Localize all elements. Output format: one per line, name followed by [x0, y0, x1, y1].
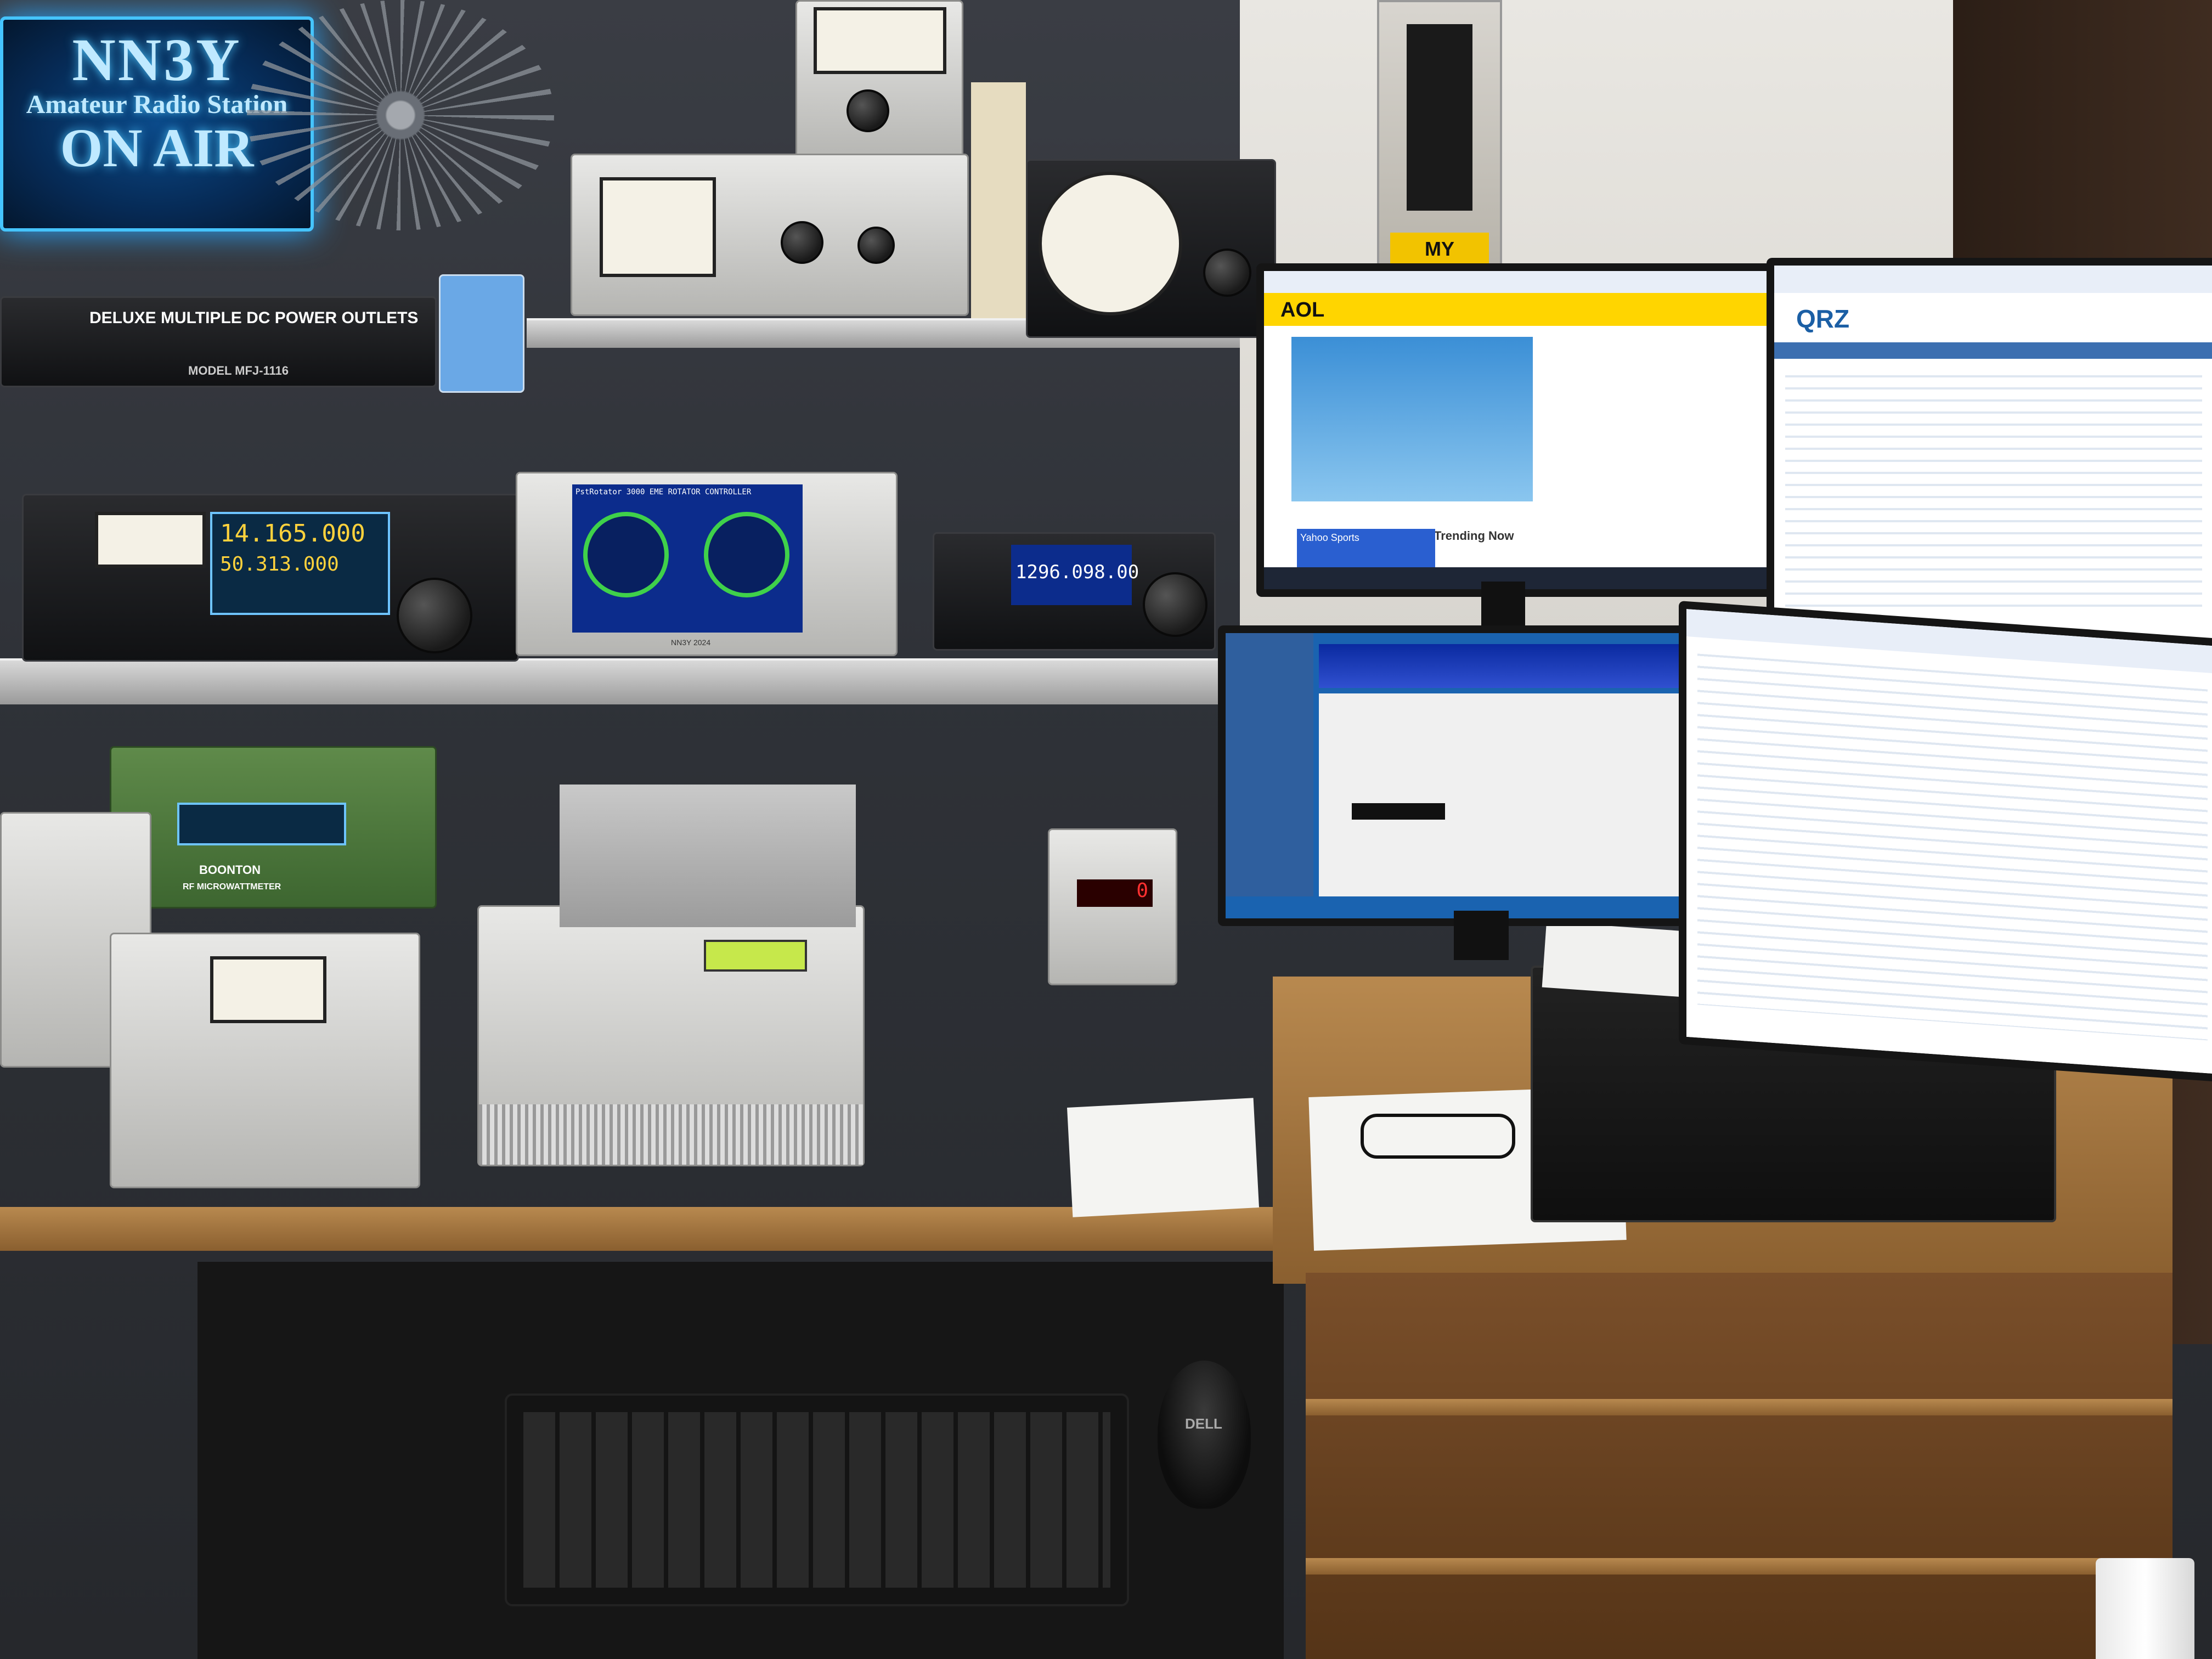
amplifier-lcd — [704, 940, 807, 972]
digital-timer-module — [439, 274, 524, 393]
power-strip-model: MODEL MFJ-1116 — [188, 364, 289, 377]
aol-sports-card: Yahoo Sports — [1297, 529, 1435, 568]
aol-header: AOL — [1264, 293, 1791, 326]
rotator-compass-dial — [1039, 172, 1182, 315]
rotator-controller-title: PstRotator 3000 EME ROTATOR CONTROLLER — [575, 488, 752, 496]
sdr-screen — [1226, 633, 1703, 918]
monitor-stand-aol — [1481, 582, 1525, 625]
unit-knob-1 — [781, 221, 823, 264]
aol-hero-image — [1291, 337, 1533, 501]
freq-main: 14.165.000 — [220, 520, 365, 548]
vhf-uhf-transceiver: 1296.098.00 — [933, 532, 1216, 651]
rotator-brand: NN3Y 2024 — [671, 638, 711, 647]
monitor-qrz: QRZ — [1767, 258, 2212, 668]
poster-caption: MY RULES! — [1390, 233, 1489, 293]
mouse-brand: DELL — [1185, 1415, 1222, 1432]
transceiver-s-meter — [95, 512, 206, 568]
log-entries — [1697, 653, 2208, 1041]
eme-rotator-controller: PstRotator 3000 EME ROTATOR CONTROLLER N… — [516, 472, 898, 656]
thermometer-scale — [1407, 24, 1472, 211]
transceiver-display: 14.165.000 50.313.000 — [210, 512, 390, 615]
azimuth-gauge — [583, 512, 669, 597]
freq-sub: 50.313.000 — [220, 553, 339, 575]
aol-logo: AOL — [1280, 298, 1325, 321]
multimeter-power-supply — [110, 933, 420, 1188]
monitor-aol: AOL Trending Now Yahoo Sports — [1256, 263, 1798, 597]
monitor-sdr — [1218, 625, 1711, 926]
coffee-mug — [2096, 1558, 2194, 1659]
rotator-knob — [1203, 249, 1251, 297]
cardboard-tube — [971, 82, 1026, 318]
elevation-gauge — [704, 512, 789, 597]
analog-meter-dial — [600, 177, 716, 277]
bookshelf — [1306, 1273, 2172, 1659]
vfo-knob-left — [397, 578, 472, 653]
qrz-nav-bar — [1774, 342, 2212, 359]
aol-trending: Trending Now — [1434, 529, 1514, 543]
unit-knob-2 — [857, 227, 895, 264]
vfo-knob-right — [1143, 572, 1207, 637]
wsjt-freq — [1352, 803, 1445, 820]
monitor-log — [1679, 601, 2212, 1082]
power-meter-top — [795, 0, 963, 162]
monitor-stand-sdr — [1454, 911, 1509, 960]
mouse[interactable]: DELL — [1158, 1361, 1251, 1509]
taskbar-aol — [1264, 567, 1791, 589]
reading-glasses — [1361, 1114, 1515, 1159]
rotator-controller-screen: PstRotator 3000 EME ROTATOR CONTROLLER — [572, 484, 803, 633]
bookshelf-shelf-1 — [1306, 1399, 2172, 1415]
counter-readout: 0 — [1077, 879, 1153, 907]
boonton-model: RF MICROWATTMETER — [183, 882, 281, 891]
power-meter-dial — [814, 7, 946, 74]
aol-browser-tabs — [1264, 271, 1791, 293]
desktop-icons — [1226, 633, 1313, 896]
desk-fan — [247, 0, 554, 230]
photo-scene: NN3Y Amateur Radio Station ON AIR MY RUL… — [0, 0, 2212, 1659]
boonton-brand: BOONTON — [199, 863, 261, 877]
wire-shelf-middle — [0, 658, 1223, 704]
power-meter-knob — [847, 89, 889, 132]
log-screen — [1686, 609, 2212, 1074]
analog-meter-unit — [571, 154, 969, 316]
loose-paper — [1066, 1098, 1260, 1217]
waterfall-display — [1319, 644, 1692, 688]
qrz-screen: QRZ — [1774, 266, 2212, 661]
thermometer-poster: MY RULES! — [1377, 0, 1502, 293]
transceiver-right-display: 1296.098.00 — [1011, 545, 1139, 605]
freq-right: 1296.098.00 — [1015, 561, 1139, 583]
qrz-logo: QRZ — [1796, 304, 1850, 333]
keypad-controller: 0 — [1048, 828, 1177, 985]
bookshelf-shelf-2 — [1306, 1558, 2172, 1575]
keyboard[interactable] — [505, 1393, 1129, 1606]
boonton-microwattmeter: BOONTON RF MICROWATTMETER — [110, 746, 437, 909]
boonton-display — [177, 803, 346, 845]
hf-transceiver-left: 14.165.000 50.313.000 — [22, 494, 519, 662]
aol-screen: AOL Trending Now Yahoo Sports — [1264, 271, 1791, 589]
wsjt-window — [1319, 693, 1692, 896]
multimeter-dial — [210, 956, 326, 1023]
qrz-log-table — [1785, 375, 2202, 617]
amplifier-chassis — [477, 905, 865, 1166]
yaesu-rotator-controller — [1026, 159, 1276, 338]
amplifier-heatsink — [479, 1104, 863, 1165]
qrz-browser-tabs — [1774, 266, 2212, 293]
dc-power-strip: DELUXE MULTIPLE DC POWER OUTLETS MODEL M… — [0, 296, 437, 387]
open-chassis-board — [560, 785, 856, 927]
keyboard-keys[interactable] — [523, 1412, 1110, 1588]
aol-sports-label: Yahoo Sports — [1300, 532, 1359, 543]
power-strip-label: DELUXE MULTIPLE DC POWER OUTLETS — [89, 309, 419, 327]
